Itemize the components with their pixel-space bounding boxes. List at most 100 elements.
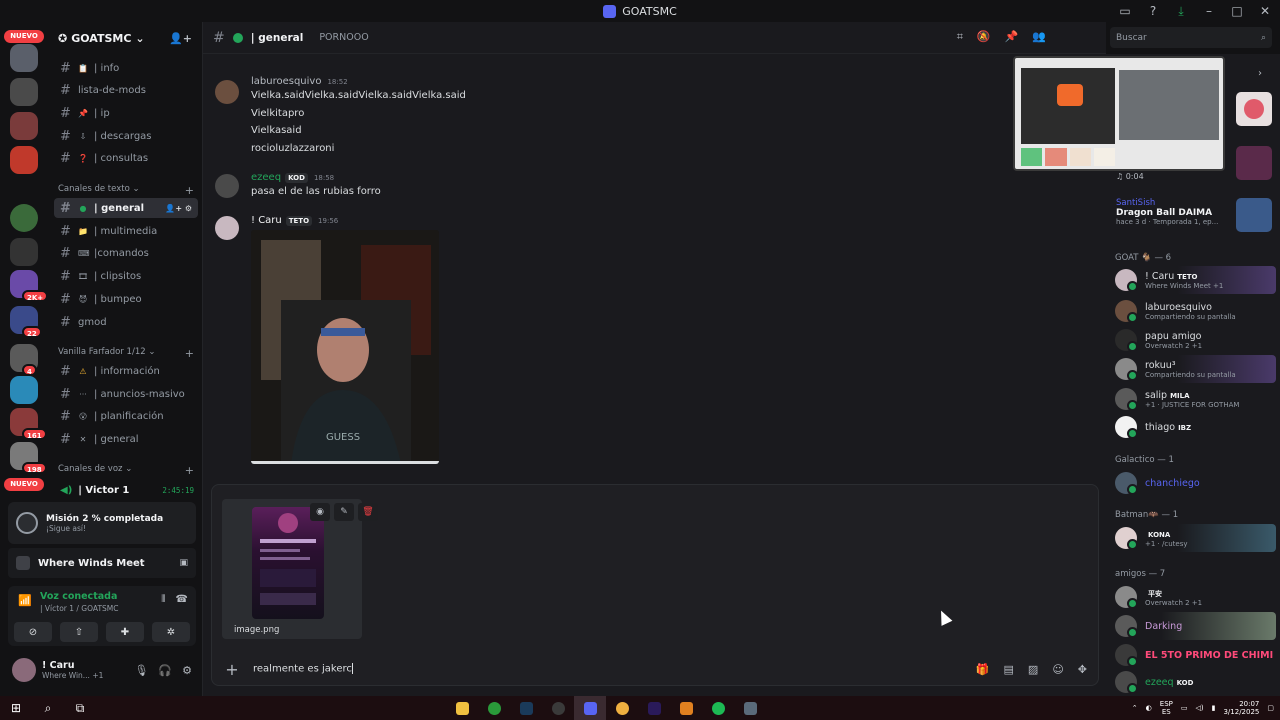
activities-button[interactable]: ✚ xyxy=(106,622,144,642)
invite-people-icon[interactable]: 👤+ xyxy=(169,32,192,45)
windows-start-icon[interactable]: ⊞ xyxy=(0,696,32,720)
search-input[interactable]: Buscar ⌕ xyxy=(1110,27,1272,48)
chrome-icon[interactable] xyxy=(606,696,638,720)
channel-item[interactable]: # ⌨ |comandos xyxy=(54,243,198,263)
member-item[interactable]: thiago IBZ xyxy=(1112,413,1276,441)
language-indicator[interactable]: ESP ES xyxy=(1160,700,1173,716)
stream-preview[interactable] xyxy=(1013,56,1225,171)
add-channel-icon[interactable]: + xyxy=(185,347,194,360)
inbox-icon[interactable]: ▭ xyxy=(1118,4,1132,18)
channel-item[interactable]: # lista-de-mods xyxy=(54,80,198,100)
headphones-icon[interactable]: 🎧 xyxy=(158,664,172,677)
server-icon[interactable] xyxy=(10,112,38,140)
disconnect-icon[interactable]: ☎ xyxy=(176,594,188,605)
channel-topic[interactable]: PORNOOO xyxy=(319,32,368,43)
task-view-icon[interactable]: ⧉ xyxy=(64,696,96,720)
volume-icon[interactable]: ◁) xyxy=(1195,704,1203,712)
threads-icon[interactable]: ⌗ xyxy=(957,30,963,44)
avatar[interactable] xyxy=(215,216,239,240)
member-item[interactable]: 平安 Overwatch 2 +1 xyxy=(1112,583,1276,611)
channel-item[interactable]: # gmod xyxy=(54,312,198,332)
server-header[interactable]: ✪ GOATSMC ⌄ 👤+ xyxy=(48,22,202,54)
member-item[interactable]: ! Caru TETO Where Winds Meet +1 xyxy=(1112,266,1276,294)
activity-thumbnail[interactable] xyxy=(1236,146,1272,180)
server-icon[interactable] xyxy=(10,204,38,232)
member-item[interactable]: KONA +1 · /cutesy xyxy=(1112,524,1276,552)
channel-settings-icon[interactable]: 👤+ ⚙ xyxy=(165,204,192,213)
gift-icon[interactable]: 🎁 xyxy=(976,663,990,676)
noise-suppression-icon[interactable]: ⦀ xyxy=(161,594,165,605)
voice-status[interactable]: Voz conectada xyxy=(40,591,117,602)
message-author[interactable]: ! Caru xyxy=(251,215,282,226)
calculator-icon[interactable] xyxy=(734,696,766,720)
mission-card[interactable]: Misión 2 % completada ¡Sigue así! xyxy=(8,502,196,544)
help-icon[interactable]: ? xyxy=(1146,4,1160,18)
fl-studio-icon[interactable] xyxy=(670,696,702,720)
channel-item[interactable]: # ✕ | general xyxy=(54,429,198,449)
voice-channel-victor[interactable]: ◀) | Victor 1 2:45:19 xyxy=(54,482,200,498)
server-icon[interactable] xyxy=(10,376,38,404)
activity-thumbnail[interactable] xyxy=(1236,198,1272,232)
screen-share-icon[interactable]: ▣ xyxy=(179,558,188,568)
camera-off-button[interactable]: ⊘ xyxy=(14,622,52,642)
add-channel-icon[interactable]: + xyxy=(185,464,194,477)
sticker-icon[interactable]: ▨ xyxy=(1028,663,1038,676)
add-attachment-button[interactable]: + xyxy=(223,660,241,679)
avatar[interactable] xyxy=(215,174,239,198)
channel-item[interactable]: # 📋 | info xyxy=(54,58,198,78)
member-item[interactable]: laburoesquivo Compartiendo su pantalla xyxy=(1112,297,1276,325)
message-author[interactable]: ezeeq xyxy=(251,172,281,183)
member-item[interactable]: salip MILA +1 · JUSTICE FOR GOTHAM xyxy=(1112,385,1276,413)
member-item[interactable]: ezeeq KOD xyxy=(1112,668,1276,696)
xbox-icon[interactable] xyxy=(478,696,510,720)
category-voice[interactable]: Canales de voz ⌄ + xyxy=(58,464,194,477)
user-panel[interactable]: ! Caru Where Win... +1 🎙 🎧 ⚙ xyxy=(8,652,196,688)
discord-icon[interactable] xyxy=(574,696,606,720)
notifications-icon[interactable]: ▢ xyxy=(1267,704,1274,712)
add-channel-icon[interactable]: + xyxy=(185,184,194,197)
download-icon[interactable]: ⤓ xyxy=(1174,4,1188,19)
microphone-icon[interactable]: 🎙 xyxy=(134,664,148,677)
category-text-channels[interactable]: Canales de texto ⌄ + xyxy=(58,184,194,197)
notifications-icon[interactable]: 🔕 xyxy=(977,30,991,44)
member-item[interactable]: Darking xyxy=(1112,612,1276,640)
channel-item[interactable]: # ⚠ | información xyxy=(54,361,198,381)
channel-item-general[interactable]: # ● | general 👤+ ⚙ xyxy=(54,198,198,218)
message-input[interactable]: realmente es jakerc xyxy=(253,663,353,675)
tray-app-icon[interactable]: ◐ xyxy=(1146,704,1152,712)
channel-item[interactable]: # 🎞 | clipsitos xyxy=(54,266,198,286)
channel-item[interactable]: # 😮 | planificación xyxy=(54,406,198,426)
search-icon[interactable]: ⌕ xyxy=(32,696,64,720)
attachment-card[interactable]: ◉ ✎ 🗑 image.png xyxy=(222,499,378,639)
soundboard-button[interactable]: ✲ xyxy=(152,622,190,642)
avatar[interactable] xyxy=(215,80,239,104)
eye-icon[interactable]: ◉ xyxy=(310,503,330,521)
server-icon[interactable] xyxy=(10,238,38,266)
edit-icon[interactable]: ✎ xyxy=(334,503,354,521)
channel-item[interactable]: # 📌 | ip xyxy=(54,103,198,123)
minimize-button[interactable]: – xyxy=(1202,4,1216,18)
member-item[interactable]: EL 5TO PRIMO DE CHIMI xyxy=(1112,641,1276,669)
channel-item[interactable]: # ❓ | consultas xyxy=(54,148,198,168)
gif-icon[interactable]: ▤ xyxy=(1004,663,1014,676)
member-item[interactable]: papu amigo Overwatch 2 +1 xyxy=(1112,326,1276,354)
chevron-up-icon[interactable]: ⌃ xyxy=(1132,704,1138,712)
channel-item[interactable]: # ··· | anuncios-masivo xyxy=(54,384,198,404)
attachment-thumbnail[interactable] xyxy=(252,507,324,619)
premiere-icon[interactable] xyxy=(638,696,670,720)
game-activity[interactable]: Where Winds Meet ▣ xyxy=(8,548,196,578)
server-icon[interactable] xyxy=(10,78,38,106)
apps-icon[interactable]: ✥ xyxy=(1078,663,1087,676)
battery-icon[interactable]: ▮ xyxy=(1212,704,1216,712)
member-item[interactable]: chanchiego xyxy=(1112,469,1276,497)
network-icon[interactable]: ▭ xyxy=(1181,704,1188,712)
obs-icon[interactable] xyxy=(542,696,574,720)
server-icon[interactable] xyxy=(10,44,38,72)
steam-icon[interactable] xyxy=(510,696,542,720)
close-button[interactable]: ✕ xyxy=(1258,4,1272,18)
message-image[interactable]: GUESS xyxy=(251,230,439,464)
emoji-icon[interactable]: ☺ xyxy=(1052,663,1063,676)
maximize-button[interactable]: □ xyxy=(1230,4,1244,18)
channel-item[interactable]: # 😈 | bumpeo xyxy=(54,289,198,309)
trash-icon[interactable]: 🗑 xyxy=(358,503,378,521)
